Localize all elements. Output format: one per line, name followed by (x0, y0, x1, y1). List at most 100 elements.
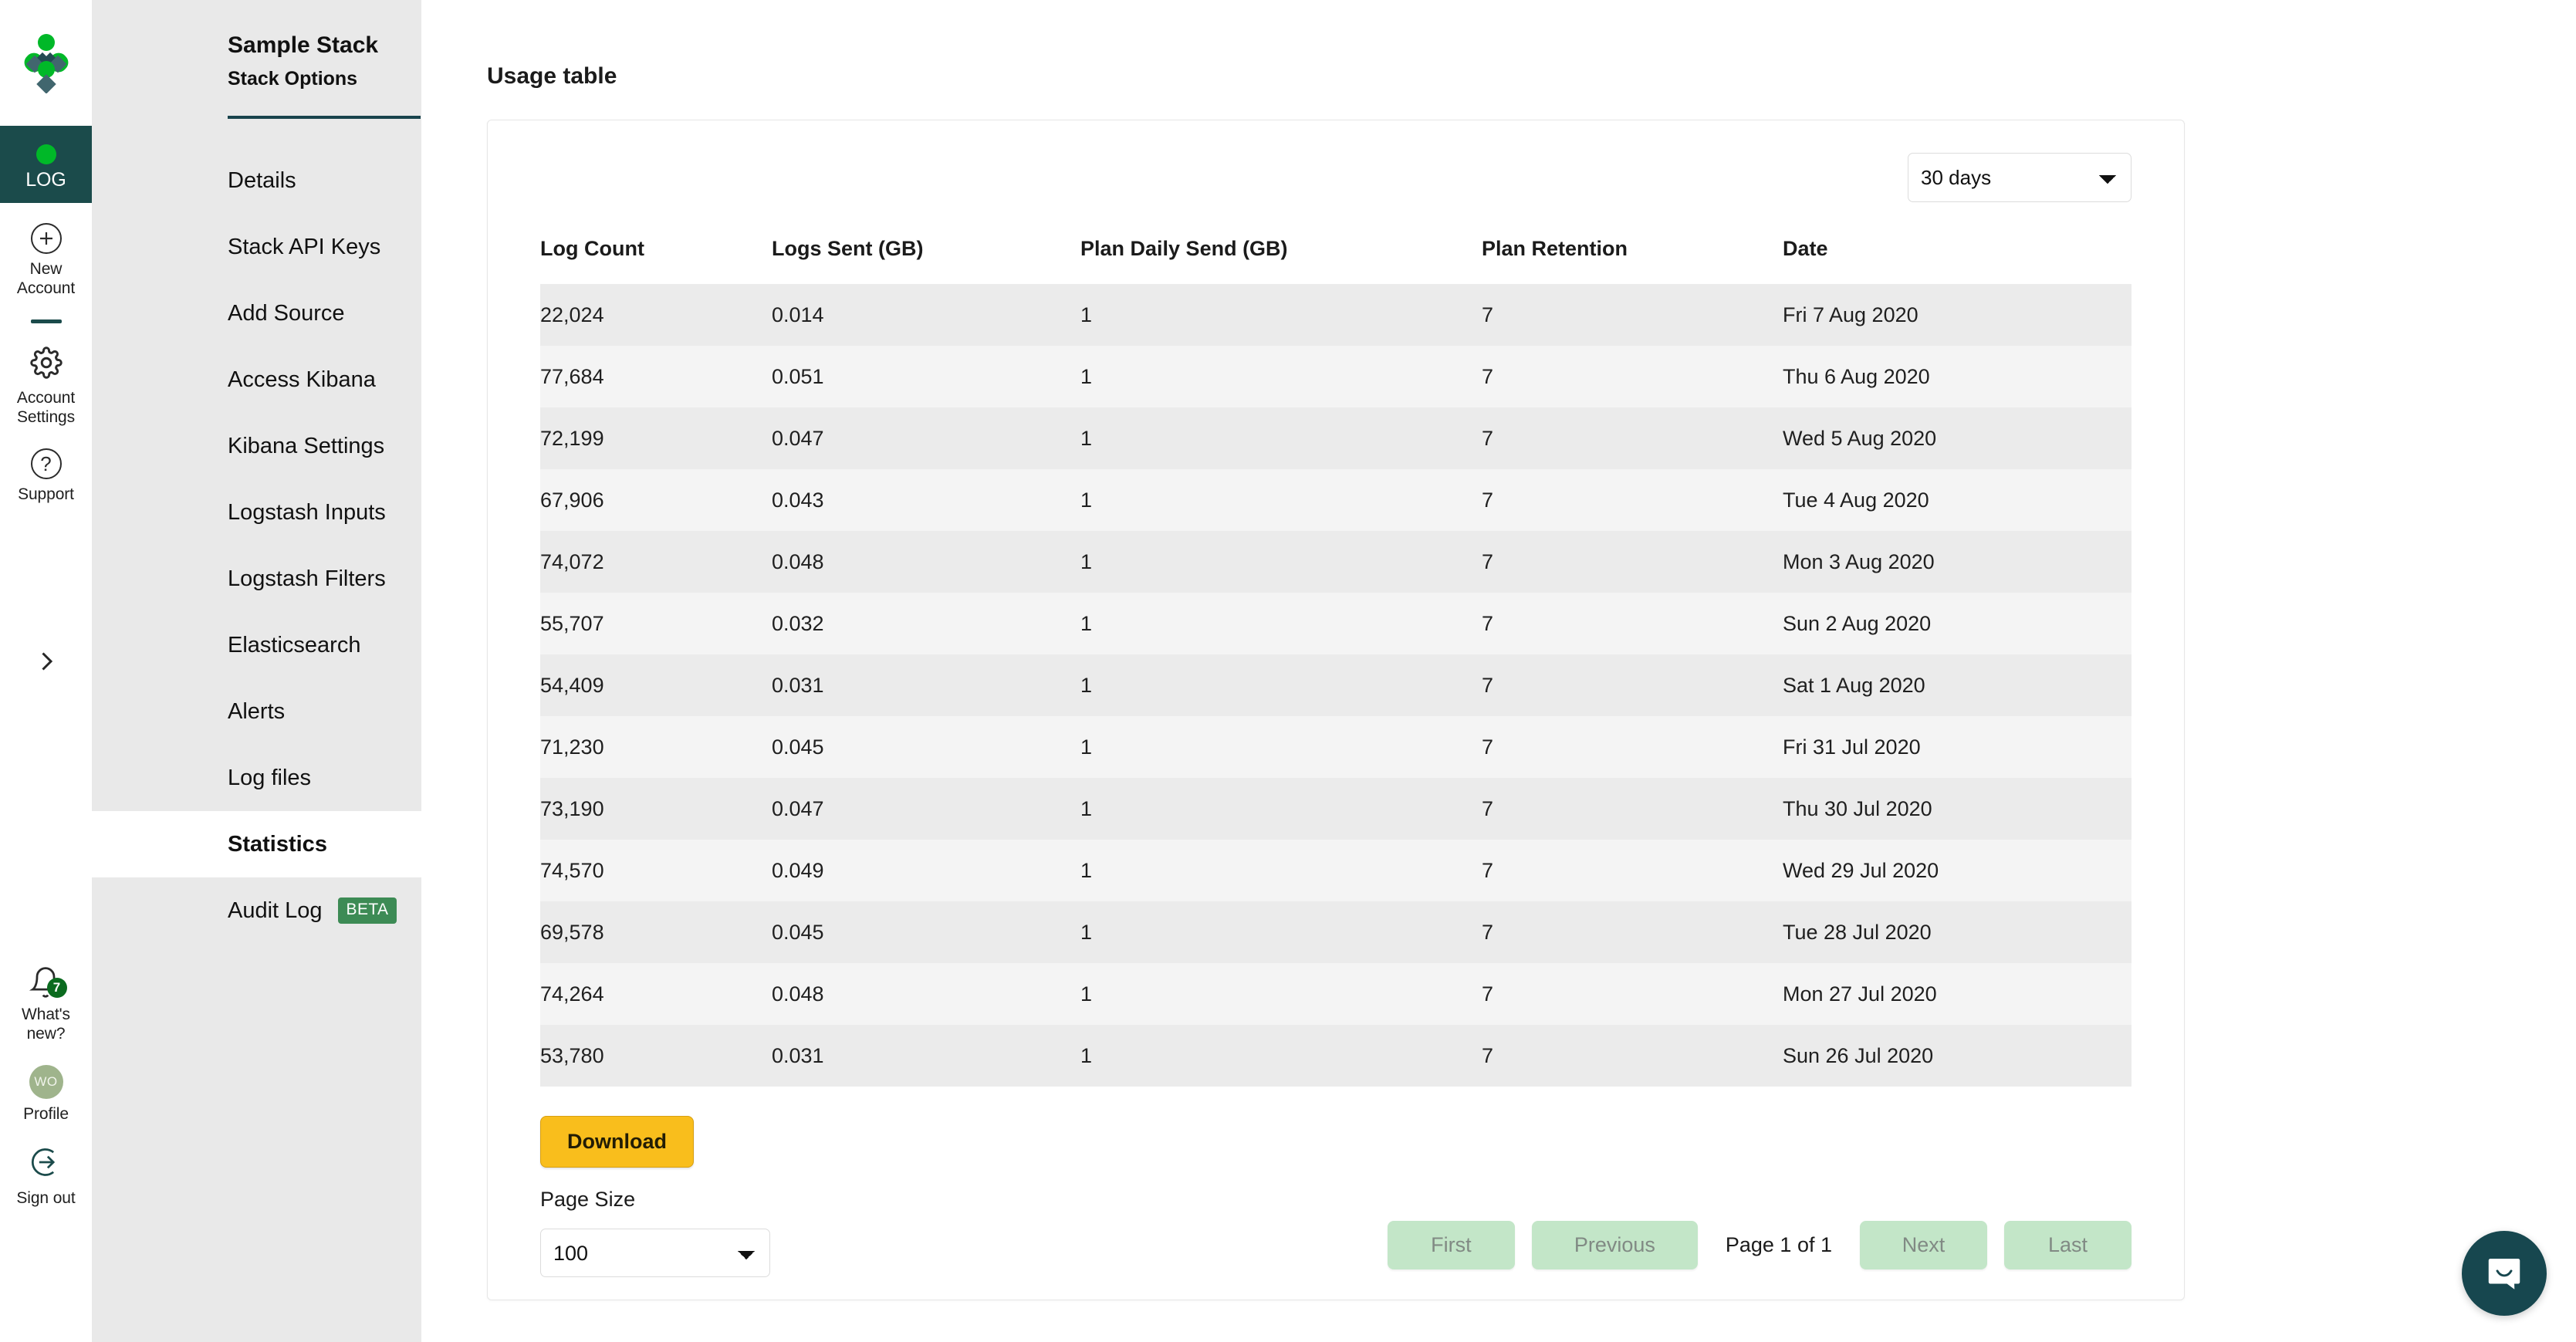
sidebar-item-add-source[interactable]: Add Source (92, 280, 421, 346)
sidebar-item-label: Kibana Settings (228, 434, 384, 459)
app-logo[interactable] (0, 0, 92, 126)
sidebar-item-details[interactable]: Details (92, 147, 421, 214)
green-dot-icon (36, 144, 56, 164)
table-cell: Wed 29 Jul 2020 (1783, 840, 2131, 901)
table-cell: 1 (1080, 901, 1482, 963)
main-content: Usage table 30 days60 days90 days Log Co… (421, 0, 2576, 1342)
table-cell: 67,906 (540, 469, 772, 531)
table-cell: 1 (1080, 531, 1482, 593)
table-cell: 7 (1482, 716, 1783, 778)
table-cell: Sun 26 Jul 2020 (1783, 1025, 2131, 1087)
sidebar-item-label: Elasticsearch (228, 633, 360, 658)
sidebar-title: Sample Stack (92, 0, 421, 59)
rail-item-new-account[interactable]: NewAccount (0, 223, 92, 298)
rail-item-sign-out-label: Sign out (16, 1188, 75, 1208)
bell-icon: 7 (29, 965, 64, 999)
chevron-right-icon (32, 645, 60, 683)
table-cell: 0.045 (772, 901, 1080, 963)
table-footer-controls: Page Size 102550100 First Previous Page … (540, 1168, 2131, 1277)
table-cell: 72,199 (540, 407, 772, 469)
table-cell: 0.047 (772, 407, 1080, 469)
sidebar-item-kibana-settings[interactable]: Kibana Settings (92, 413, 421, 479)
chat-bubble-icon (2483, 1252, 2525, 1294)
table-cell: 1 (1080, 284, 1482, 346)
plus-circle-icon (31, 223, 62, 254)
pagination-next-button[interactable]: Next (1860, 1221, 1987, 1269)
page-title: Usage table (487, 63, 2576, 90)
rail-item-new-account-label: NewAccount (17, 259, 75, 298)
table-row: 73,1900.04717Thu 30 Jul 2020 (540, 778, 2131, 840)
sidebar-item-logstash-inputs[interactable]: Logstash Inputs (92, 479, 421, 546)
rail-item-support-label: Support (18, 485, 74, 504)
pagination-last-button[interactable]: Last (2004, 1221, 2131, 1269)
logit-diamond-logo-icon (18, 33, 75, 93)
rail-expand-button[interactable] (32, 647, 60, 681)
rail-item-profile[interactable]: WO Profile (0, 1065, 92, 1124)
table-cell: Sun 2 Aug 2020 (1783, 593, 2131, 654)
table-cell: 0.014 (772, 284, 1080, 346)
table-cell: 7 (1482, 901, 1783, 963)
app-root: LOG NewAccount AccountSettings ? Support (0, 0, 2576, 1342)
usage-table: Log CountLogs Sent (GB)Plan Daily Send (… (540, 237, 2131, 1087)
table-row: 74,0720.04817Mon 3 Aug 2020 (540, 531, 2131, 593)
table-cell: 7 (1482, 593, 1783, 654)
sidebar-divider (228, 116, 421, 119)
range-row: 30 days60 days90 days (540, 153, 2131, 202)
table-cell: 73,190 (540, 778, 772, 840)
date-range-select[interactable]: 30 days60 days90 days (1908, 153, 2131, 202)
sidebar-item-logstash-filters[interactable]: Logstash Filters (92, 546, 421, 612)
table-row: 22,0240.01417Fri 7 Aug 2020 (540, 284, 2131, 346)
table-cell: 1 (1080, 593, 1482, 654)
sidebar-item-label: Add Source (228, 301, 345, 326)
pagination-first-button[interactable]: First (1388, 1221, 1515, 1269)
sidebar-item-access-kibana[interactable]: Access Kibana (92, 346, 421, 413)
sidebar-item-stack-api-keys[interactable]: Stack API Keys (92, 214, 421, 280)
table-row: 72,1990.04717Wed 5 Aug 2020 (540, 407, 2131, 469)
table-cell: 69,578 (540, 901, 772, 963)
sidebar-item-statistics[interactable]: Statistics (92, 811, 421, 877)
rail-item-whats-new[interactable]: 7 What'snew? (0, 965, 92, 1043)
table-row: 55,7070.03217Sun 2 Aug 2020 (540, 593, 2131, 654)
table-cell: 22,024 (540, 284, 772, 346)
sidebar-item-label: Logstash Filters (228, 566, 386, 592)
table-cell: 7 (1482, 840, 1783, 901)
avatar-icon: WO (29, 1065, 63, 1099)
table-cell: Wed 5 Aug 2020 (1783, 407, 2131, 469)
download-button[interactable]: Download (540, 1116, 694, 1168)
sidebar-item-label: Alerts (228, 699, 285, 725)
support-chat-button[interactable] (2462, 1231, 2547, 1316)
usage-table-card: 30 days60 days90 days Log CountLogs Sent… (487, 120, 2185, 1300)
sidebar-item-elasticsearch[interactable]: Elasticsearch (92, 612, 421, 678)
table-cell: 1 (1080, 963, 1482, 1025)
rail-item-sign-out[interactable]: Sign out (0, 1145, 92, 1208)
table-cell: 0.045 (772, 716, 1080, 778)
table-cell: 7 (1482, 1025, 1783, 1087)
table-header-row: Log CountLogs Sent (GB)Plan Daily Send (… (540, 237, 2131, 284)
sidebar-item-log-files[interactable]: Log files (92, 745, 421, 811)
sidebar-item-alerts[interactable]: Alerts (92, 678, 421, 745)
pagination-previous-button[interactable]: Previous (1532, 1221, 1698, 1269)
rail-item-support[interactable]: ? Support (0, 448, 92, 504)
rail-item-log[interactable]: LOG (0, 126, 92, 203)
table-cell: 0.032 (772, 593, 1080, 654)
page-size-select[interactable]: 102550100 (540, 1229, 770, 1277)
table-cell: 1 (1080, 716, 1482, 778)
sidebar-item-audit-log[interactable]: Audit LogBETA (92, 877, 421, 944)
table-cell: 1 (1080, 1025, 1482, 1087)
table-row: 71,2300.04517Fri 31 Jul 2020 (540, 716, 2131, 778)
table-cell: 1 (1080, 840, 1482, 901)
table-cell: 7 (1482, 778, 1783, 840)
table-cell: Fri 7 Aug 2020 (1783, 284, 2131, 346)
table-cell: Mon 27 Jul 2020 (1783, 963, 2131, 1025)
usage-table-head: Log CountLogs Sent (GB)Plan Daily Send (… (540, 237, 2131, 284)
table-cell: 0.043 (772, 469, 1080, 531)
rail-item-account-settings[interactable]: AccountSettings (0, 346, 92, 427)
gear-icon (30, 346, 63, 383)
table-cell: Tue 28 Jul 2020 (1783, 901, 2131, 963)
column-header: Date (1783, 237, 2131, 284)
table-cell: Thu 6 Aug 2020 (1783, 346, 2131, 407)
table-cell: 77,684 (540, 346, 772, 407)
table-cell: 0.048 (772, 531, 1080, 593)
table-row: 69,5780.04517Tue 28 Jul 2020 (540, 901, 2131, 963)
pagination-info: Page 1 of 1 (1715, 1233, 1843, 1257)
